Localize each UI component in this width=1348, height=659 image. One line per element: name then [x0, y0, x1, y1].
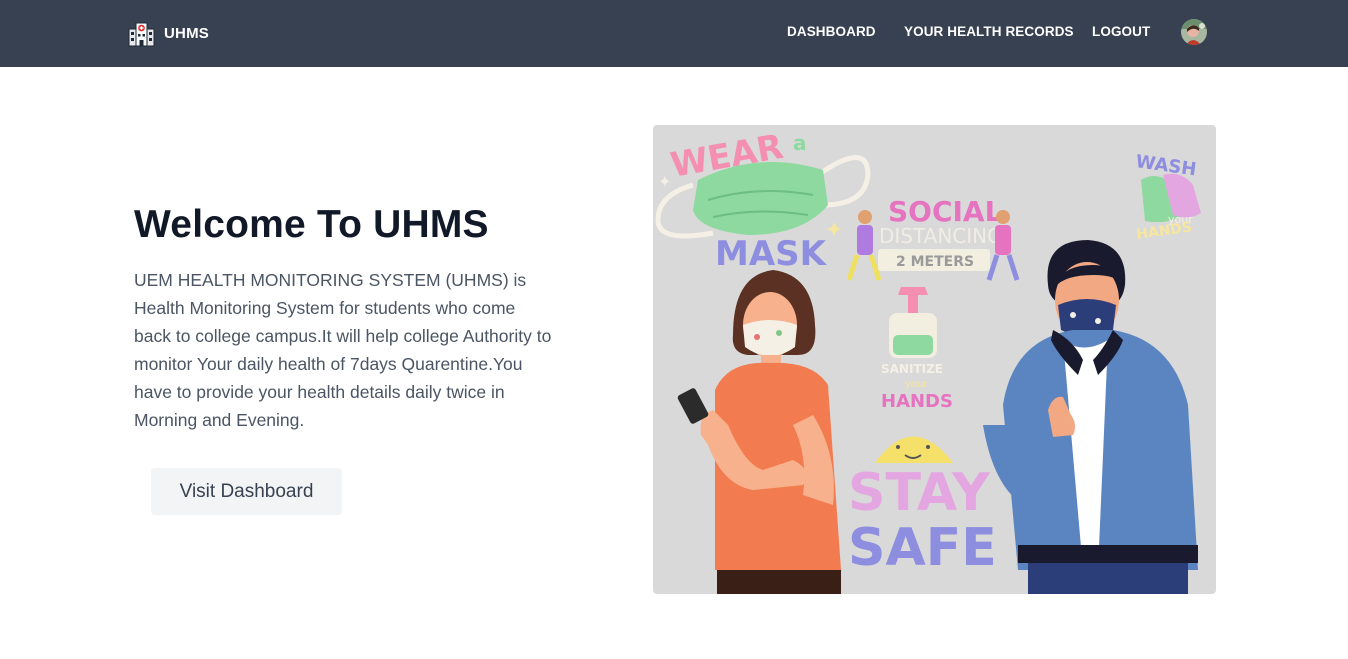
sparkle-icon: ✦ — [658, 172, 671, 191]
illustration-artwork: WEAR a MASK ✦ ✦ SOCIAL DISTANCING 2 METE… — [655, 127, 1201, 594]
page-title: Welcome To UHMS — [134, 203, 489, 246]
a-label: a — [793, 131, 807, 155]
nav-link-health-records[interactable]: YOUR HEALTH RECORDS — [904, 24, 1074, 39]
sanitize-hands-label: HANDS — [881, 391, 953, 412]
brand-name: UHMS — [164, 24, 209, 42]
user-avatar[interactable] — [1181, 19, 1207, 45]
user-avatar-icon — [1181, 19, 1207, 45]
wash-hands-label: HANDS — [1135, 219, 1193, 243]
sanitize-your-label: your — [905, 379, 928, 390]
safe-label: SAFE — [848, 518, 997, 578]
nav-link-dashboard[interactable]: DASHBOARD — [787, 24, 876, 39]
stay-label: STAY — [848, 463, 991, 523]
health-safety-illustration: WEAR a MASK ✦ ✦ SOCIAL DISTANCING 2 METE… — [653, 125, 1216, 594]
brand-link[interactable]: UHMS — [128, 18, 209, 48]
hospital-logo-icon — [128, 22, 155, 46]
hero-description: UEM HEALTH MONITORING SYSTEM (UHMS) is H… — [134, 270, 552, 430]
visit-dashboard-button[interactable]: Visit Dashboard — [151, 468, 342, 515]
navbar: UHMS DASHBOARD YOUR HEALTH RECORDS LOGOU… — [0, 0, 1348, 67]
distancing-label: DISTANCING — [879, 224, 1003, 248]
sparkle-icon: ✦ — [825, 218, 843, 243]
nav-link-logout[interactable]: LOGOUT — [1092, 24, 1150, 39]
meters-label: 2 METERS — [896, 254, 974, 270]
sanitize-label: SANITIZE — [881, 362, 943, 376]
mask-label: MASK — [715, 234, 828, 274]
